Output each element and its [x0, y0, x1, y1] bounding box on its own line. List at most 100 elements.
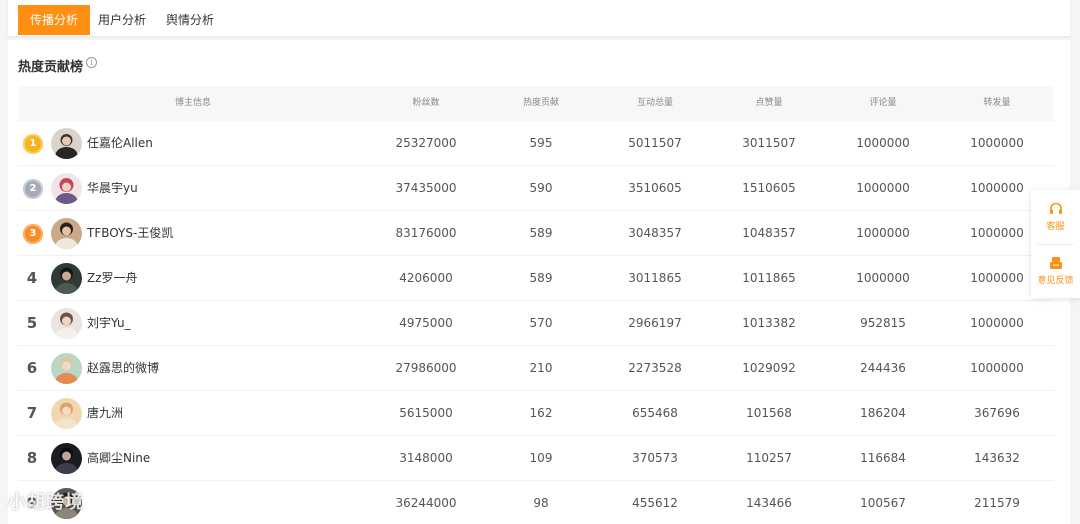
floating-help-panel: 客服 意见反馈 — [1031, 190, 1080, 298]
comments-value: 244436 — [860, 361, 906, 375]
rank-number: 6 — [26, 359, 38, 377]
rank-number: 8 — [26, 449, 38, 467]
tab-propagation-analysis[interactable]: 传播分析 — [18, 5, 91, 35]
user-name[interactable]: 华晨宇yu — [87, 166, 138, 211]
likes-value: 1048357 — [742, 226, 796, 240]
feedback-icon — [1049, 257, 1062, 269]
interactions-value: 2273528 — [628, 361, 682, 375]
interactions-value: 5011507 — [628, 136, 682, 150]
silver-medal-icon: 2 — [23, 179, 43, 199]
avatar[interactable] — [51, 128, 82, 159]
customer-service-label: 客服 — [1046, 222, 1065, 232]
fans-value: 27986000 — [395, 361, 457, 375]
forwards-value: 1000000 — [970, 361, 1024, 375]
user-name[interactable]: 唐九洲 — [87, 391, 123, 436]
likes-value: 1011865 — [742, 271, 796, 285]
heat-value: 570 — [529, 316, 553, 330]
table-row[interactable]: 5 刘宇Yu_ 4975000 570 2966197 1013382 9528… — [18, 301, 1054, 346]
fans-value: 4975000 — [399, 316, 453, 330]
header-comments[interactable]: 评论量 — [823, 86, 943, 121]
user-name[interactable]: 任嘉伦Allen — [87, 121, 153, 166]
likes-value: 1013382 — [742, 316, 796, 330]
likes-value: 1510605 — [742, 181, 796, 195]
forwards-value: 211579 — [974, 496, 1020, 510]
likes-value: 101568 — [746, 406, 792, 420]
user-name[interactable]: 高卿尘Nine — [87, 436, 150, 481]
table-row[interactable]: 8 高卿尘Nine 3148000 109 370573 110257 1166… — [18, 436, 1054, 481]
table-row[interactable]: 3 TFBOYS-王俊凯 83176000 589 3048357 104835… — [18, 211, 1054, 256]
headset-icon — [1049, 202, 1062, 214]
heat-ranking-table: 博主信息 粉丝数 热度贡献 互动总量 点赞量 评论量 转发量 1 任嘉伦Alle… — [18, 86, 1054, 524]
header-forwards[interactable]: 转发量 — [937, 86, 1057, 121]
customer-service-button[interactable]: 客服 — [1031, 202, 1080, 232]
rank-number: 5 — [26, 314, 38, 332]
likes-value: 3011507 — [742, 136, 796, 150]
analysis-tabs-bar: 传播分析 用户分析 舆情分析 — [8, 0, 1070, 36]
heat-value: 109 — [529, 451, 553, 465]
forwards-value: 1000000 — [970, 316, 1024, 330]
forwards-value: 1000000 — [970, 136, 1024, 150]
user-name[interactable]: TFBOYS-王俊凯 — [87, 211, 173, 256]
avatar[interactable] — [51, 398, 82, 429]
table-row[interactable]: 7 唐九洲 5615000 162 655468 101568 186204 3… — [18, 391, 1054, 436]
likes-value: 143466 — [746, 496, 792, 510]
comments-value: 100567 — [860, 496, 906, 510]
comments-value: 952815 — [860, 316, 906, 330]
fans-value: 4206000 — [399, 271, 453, 285]
likes-value: 110257 — [746, 451, 792, 465]
header-fans[interactable]: 粉丝数 — [366, 86, 486, 121]
table-row[interactable]: 9 36244000 98 455612 143466 100567 21157… — [18, 481, 1054, 524]
user-name[interactable]: 刘宇Yu_ — [87, 301, 131, 346]
fans-value: 25327000 — [395, 136, 457, 150]
heat-contribution-panel: 热度贡献榜 i 博主信息 粉丝数 热度贡献 互动总量 点赞量 评论量 转发量 1… — [8, 40, 1070, 524]
comments-value: 1000000 — [856, 271, 910, 285]
float-panel-divider — [1037, 244, 1074, 245]
info-icon[interactable]: i — [86, 57, 97, 68]
avatar[interactable] — [51, 263, 82, 294]
user-name[interactable]: Zz罗一舟 — [87, 256, 138, 301]
fans-value: 3148000 — [399, 451, 453, 465]
interactions-value: 370573 — [632, 451, 678, 465]
fans-value: 36244000 — [395, 496, 457, 510]
heat-value: 595 — [529, 136, 553, 150]
header-likes[interactable]: 点赞量 — [709, 86, 829, 121]
feedback-button[interactable]: 意见反馈 — [1031, 256, 1080, 286]
feedback-label: 意见反馈 — [1037, 276, 1074, 286]
avatar[interactable] — [51, 173, 82, 204]
interactions-value: 3048357 — [628, 226, 682, 240]
table-row[interactable]: 6 赵露思的微博 27986000 210 2273528 1029092 24… — [18, 346, 1054, 391]
user-name[interactable]: 赵露思的微博 — [87, 346, 159, 391]
rank-number: 4 — [26, 269, 38, 287]
fans-value: 5615000 — [399, 406, 453, 420]
avatar[interactable] — [51, 443, 82, 474]
heat-value: 589 — [529, 271, 553, 285]
likes-value: 1029092 — [742, 361, 796, 375]
rank-number: 7 — [26, 404, 38, 422]
interactions-value: 3510605 — [628, 181, 682, 195]
tab-user-analysis[interactable]: 用户分析 — [86, 5, 158, 35]
avatar[interactable] — [51, 353, 82, 384]
comments-value: 1000000 — [856, 226, 910, 240]
comments-value: 186204 — [860, 406, 906, 420]
header-heat[interactable]: 热度贡献 — [481, 86, 601, 121]
avatar[interactable] — [51, 308, 82, 339]
interactions-value: 3011865 — [628, 271, 682, 285]
fans-value: 83176000 — [395, 226, 457, 240]
forwards-value: 143632 — [974, 451, 1020, 465]
forwards-value: 367696 — [974, 406, 1020, 420]
interactions-value: 455612 — [632, 496, 678, 510]
table-row[interactable]: 1 任嘉伦Allen 25327000 595 5011507 3011507 … — [18, 121, 1054, 166]
avatar[interactable] — [51, 218, 82, 249]
watermark: 小胡跨境 — [8, 492, 84, 513]
heat-value: 162 — [529, 406, 553, 420]
comments-value: 1000000 — [856, 181, 910, 195]
tab-sentiment-analysis[interactable]: 舆情分析 — [154, 5, 226, 35]
header-user-info[interactable]: 博主信息 — [118, 86, 268, 121]
heat-value: 210 — [529, 361, 553, 375]
header-interactions[interactable]: 互动总量 — [595, 86, 715, 121]
table-header: 博主信息 粉丝数 热度贡献 互动总量 点赞量 评论量 转发量 — [18, 86, 1054, 121]
table-row[interactable]: 4 Zz罗一舟 4206000 589 3011865 1011865 1000… — [18, 256, 1054, 301]
panel-title: 热度贡献榜 — [18, 60, 84, 75]
table-row[interactable]: 2 华晨宇yu 37435000 590 3510605 1510605 100… — [18, 166, 1054, 211]
comments-value: 116684 — [860, 451, 906, 465]
